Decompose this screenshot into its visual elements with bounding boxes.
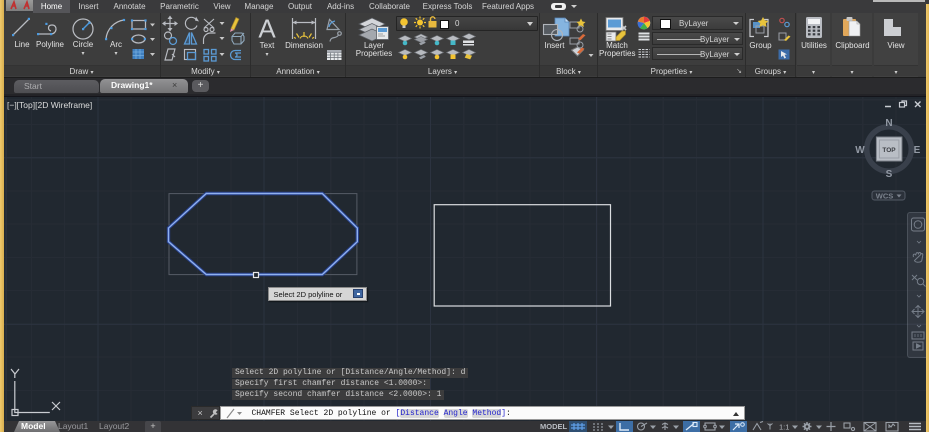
svg-text:WCS: WCS [876, 192, 894, 201]
svg-text:S: S [886, 169, 893, 180]
svg-text:1:1: 1:1 [779, 423, 789, 432]
svg-text:W: W [855, 145, 865, 156]
svg-text:TOP: TOP [882, 147, 896, 154]
svg-text:A: A [258, 14, 276, 44]
svg-text:N: N [885, 118, 892, 129]
svg-text:E: E [914, 145, 921, 156]
